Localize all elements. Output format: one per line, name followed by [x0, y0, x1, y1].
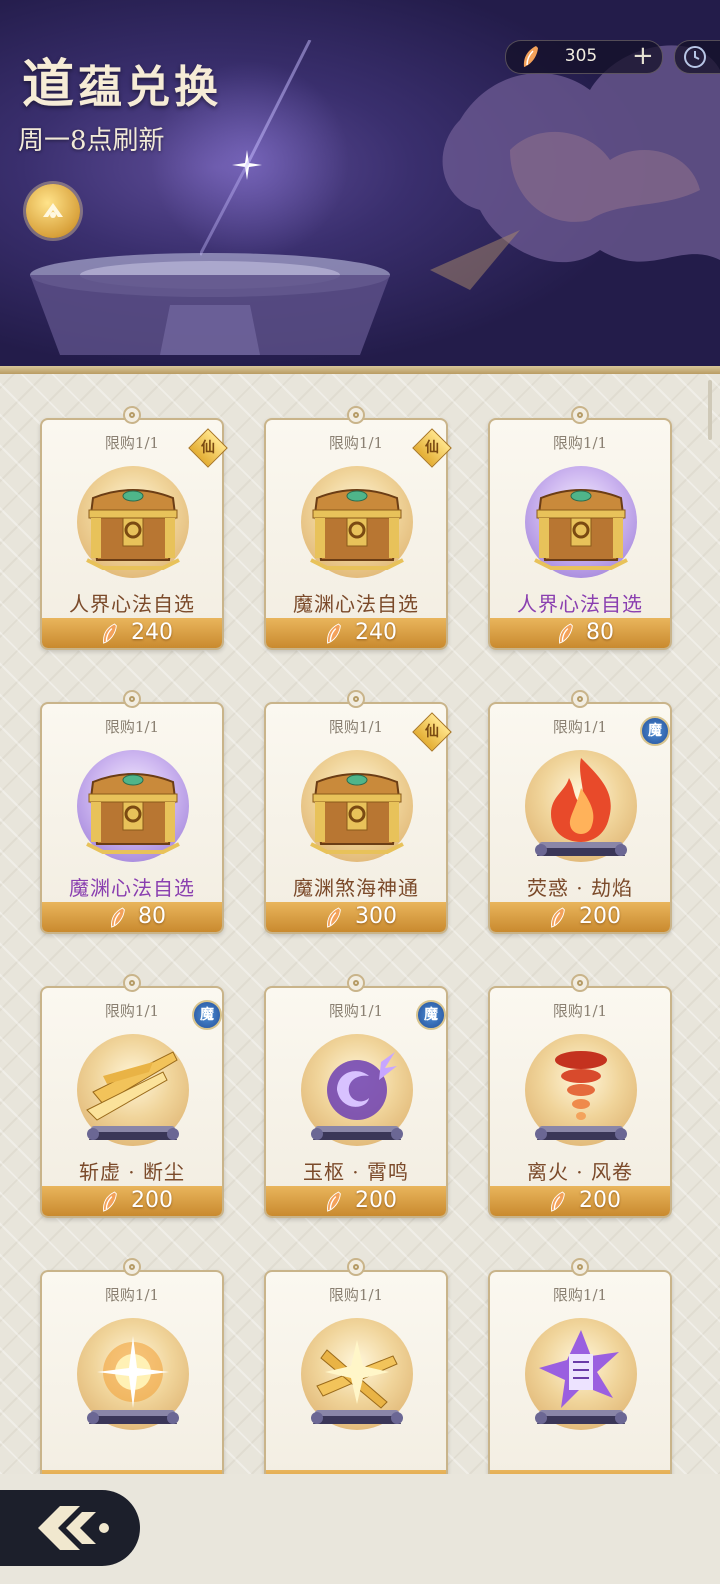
card-top-ornament: [123, 406, 141, 424]
item-name: 斩虚 · 断尘: [78, 1160, 186, 1184]
header-banner: 道蕴兑换 周一8点刷新 305 +: [0, 0, 720, 372]
shop-item-card[interactable]: 限购1/1: [488, 1256, 672, 1474]
shop-item-card[interactable]: 限购1/1 魔玉枢 · 霄鸣 200: [264, 972, 448, 1218]
item-price: 300: [355, 904, 397, 929]
purchase-limit: 限购1/1: [552, 1002, 608, 1020]
card-top-ornament: [347, 406, 365, 424]
thunder-talisman-scroll-icon: [521, 1316, 641, 1436]
item-name: 玉枢 · 霄鸣: [302, 1160, 410, 1184]
shop-item-card[interactable]: 限购1/1: [40, 1256, 224, 1474]
card-top-ornament: [347, 1258, 365, 1276]
buy-price-button[interactable]: 240: [266, 618, 446, 648]
item-price: 240: [131, 620, 173, 645]
buy-price-button[interactable]: 240: [42, 618, 222, 648]
card-top-ornament: [571, 406, 589, 424]
buy-price-button[interactable]: 200: [42, 1186, 222, 1216]
item-price: 240: [355, 620, 397, 645]
clock-icon: [684, 46, 706, 68]
buy-price-button[interactable]: 80: [490, 618, 670, 648]
mo-tag-badge: 魔: [192, 1000, 222, 1030]
item-price: 200: [355, 1188, 397, 1213]
sword-scroll-icon: [73, 1032, 193, 1152]
treasure-chest-icon: [73, 748, 193, 868]
light-orb-scroll-icon: [73, 1316, 193, 1436]
card-top-ornament: [571, 1258, 589, 1276]
blades-scroll-icon: [297, 1316, 417, 1436]
exchange-item-grid: 限购1/1 仙人界心法自选 240 限购1/1 仙魔渊心法自选 240 限购1/1 人界心法自…: [0, 374, 720, 1474]
chevron-up-icon: [43, 203, 63, 218]
purchase-limit: 限购1/1: [552, 434, 608, 452]
purchase-limit: 限购1/1: [328, 1286, 384, 1304]
back-button[interactable]: [8, 1496, 132, 1560]
feather-crystal-icon: [523, 46, 538, 67]
buy-price-button[interactable]: [266, 1470, 446, 1474]
shop-item-card[interactable]: 限购1/1 魔斩虚 · 断尘 200: [40, 972, 224, 1218]
shop-item-card[interactable]: 限购1/1 仙魔渊煞海神通 300: [264, 688, 452, 934]
shop-item-card[interactable]: 限购1/1 离火 · 风卷 200: [488, 972, 672, 1218]
shop-item-card[interactable]: 限购1/1 仙人界心法自选 240: [40, 404, 228, 650]
item-price: 200: [579, 904, 621, 929]
card-top-ornament: [123, 1258, 141, 1276]
buy-price-button[interactable]: 200: [266, 1186, 446, 1216]
buy-price-button[interactable]: 300: [266, 902, 446, 932]
buy-price-button[interactable]: 200: [490, 1186, 670, 1216]
item-name: 魔渊煞海神通: [293, 876, 419, 900]
shop-item-card[interactable]: 限购1/1: [264, 1256, 448, 1474]
refresh-info: 周一8点刷新: [18, 126, 165, 156]
back-button-container: [0, 1490, 140, 1566]
treasure-chest-icon: [521, 464, 641, 584]
treasure-chest-icon: [297, 464, 417, 584]
buy-price-button[interactable]: 200: [490, 902, 670, 932]
shop-item-card[interactable]: 限购1/1 仙魔渊心法自选 240: [264, 404, 452, 650]
item-name: 离火 · 风卷: [526, 1160, 634, 1184]
treasure-chest-icon: [297, 748, 417, 868]
thunder-orb-scroll-icon: [297, 1032, 417, 1152]
currency-amount: 305: [564, 46, 598, 66]
card-top-ornament: [123, 690, 141, 708]
item-name: 人界心法自选: [69, 592, 195, 616]
shop-item-card[interactable]: 限购1/1 魔渊心法自选 80: [40, 688, 224, 934]
item-name: 荧惑 · 劫焰: [526, 876, 634, 900]
treasure-chest-icon: [73, 464, 193, 584]
purchase-limit: 限购1/1: [104, 1286, 160, 1304]
history-button[interactable]: [674, 40, 720, 74]
add-currency-button[interactable]: +: [632, 42, 654, 70]
tornado-scroll-icon: [521, 1032, 641, 1152]
item-name: 魔渊心法自选: [69, 876, 195, 900]
item-price: 80: [138, 904, 166, 929]
card-top-ornament: [571, 690, 589, 708]
buy-price-button[interactable]: [42, 1470, 222, 1474]
buy-price-button[interactable]: [490, 1470, 670, 1474]
currency-display: 305 +: [505, 40, 663, 74]
rank-up-button[interactable]: [26, 184, 80, 238]
item-name: 人界心法自选: [517, 592, 643, 616]
card-top-ornament: [347, 690, 365, 708]
item-price: 80: [586, 620, 614, 645]
scrollbar[interactable]: [708, 380, 712, 440]
purchase-limit: 限购1/1: [104, 718, 160, 736]
page-title: 道蕴兑换: [22, 54, 223, 115]
card-top-ornament: [347, 974, 365, 992]
shop-item-card[interactable]: 限购1/1 人界心法自选 80: [488, 404, 672, 650]
item-price: 200: [131, 1188, 173, 1213]
item-name: 魔渊心法自选: [293, 592, 419, 616]
banner-divider: [0, 366, 720, 374]
purchase-limit: 限购1/1: [552, 1286, 608, 1304]
card-top-ornament: [571, 974, 589, 992]
mo-tag-badge: 魔: [640, 716, 670, 746]
buy-price-button[interactable]: 80: [42, 902, 222, 932]
fire-scroll-icon: [521, 748, 641, 868]
shop-item-card[interactable]: 限购1/1 魔荧惑 · 劫焰 200: [488, 688, 672, 934]
stone-platform-decoration: [30, 253, 390, 355]
mo-tag-badge: 魔: [416, 1000, 446, 1030]
card-top-ornament: [123, 974, 141, 992]
item-price: 200: [579, 1188, 621, 1213]
